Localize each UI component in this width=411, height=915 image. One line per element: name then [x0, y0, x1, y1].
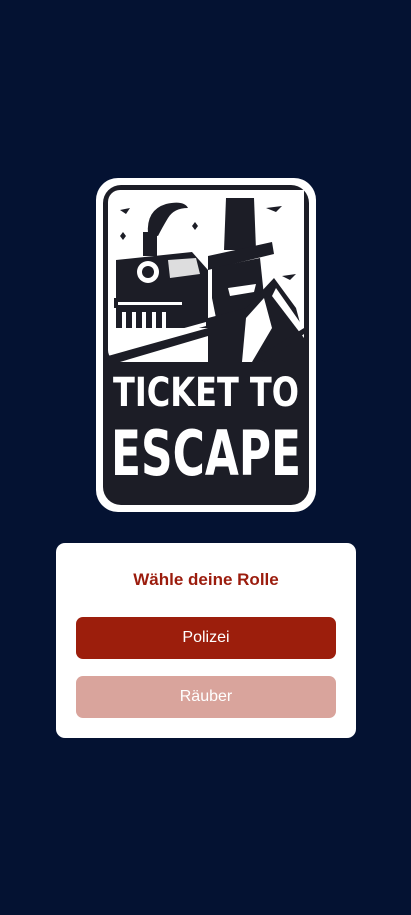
- app-screen: TICKET TO ESCAPE Wähle deine Rolle Poliz…: [0, 0, 411, 915]
- ticket-to-escape-logo: TICKET TO ESCAPE: [96, 178, 316, 512]
- role-card-title: Wähle deine Rolle: [133, 570, 279, 589]
- police-role-button[interactable]: Polizei: [76, 617, 336, 659]
- logo-line-1: TICKET TO: [113, 370, 299, 416]
- robber-role-button[interactable]: Räuber: [76, 676, 336, 718]
- logo-line-2: ESCAPE: [111, 417, 301, 490]
- role-selection-card: Wähle deine Rolle Polizei Räuber: [56, 543, 356, 738]
